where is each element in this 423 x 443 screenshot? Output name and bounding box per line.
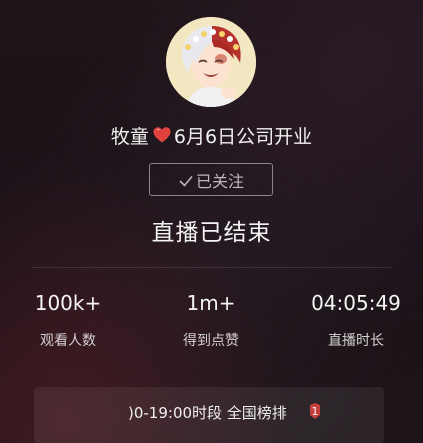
- stat-label: 得到点赞: [183, 333, 239, 349]
- stat-label: 直播时长: [328, 333, 384, 349]
- stat-value: 100k+: [34, 291, 102, 315]
- divider: [32, 267, 391, 268]
- host-name: 牧童: [110, 125, 149, 148]
- ranking-bar[interactable]: )0-19:00时段 全国榜排 1: [34, 387, 384, 443]
- host-notice: 6月6日公司开业: [173, 125, 313, 148]
- stat-label: 观看人数: [40, 333, 96, 349]
- stat-value: 04:05:49: [311, 291, 401, 315]
- followed-label: 已关注: [195, 171, 244, 191]
- stat-duration: 04:05:49 直播时长: [286, 288, 423, 350]
- stat-value: 1m+: [186, 291, 236, 315]
- ranking-text: )0-19:00时段 全国榜排: [128, 404, 287, 422]
- rank-badge-number: 1: [312, 405, 319, 418]
- stat-viewers: 100k+ 观看人数: [0, 288, 138, 350]
- stat-likes: 1m+ 得到点赞: [141, 288, 281, 350]
- live-ended-title: 直播已结束: [151, 220, 272, 246]
- host-name-line: 牧童 6月6日公司开业: [0, 121, 423, 149]
- heart-icon: [152, 125, 172, 145]
- host-avatar[interactable]: [166, 17, 256, 107]
- check-icon: [178, 173, 194, 187]
- rank-badge-icon: 1: [308, 401, 322, 421]
- followed-button[interactable]: 已关注: [149, 163, 273, 196]
